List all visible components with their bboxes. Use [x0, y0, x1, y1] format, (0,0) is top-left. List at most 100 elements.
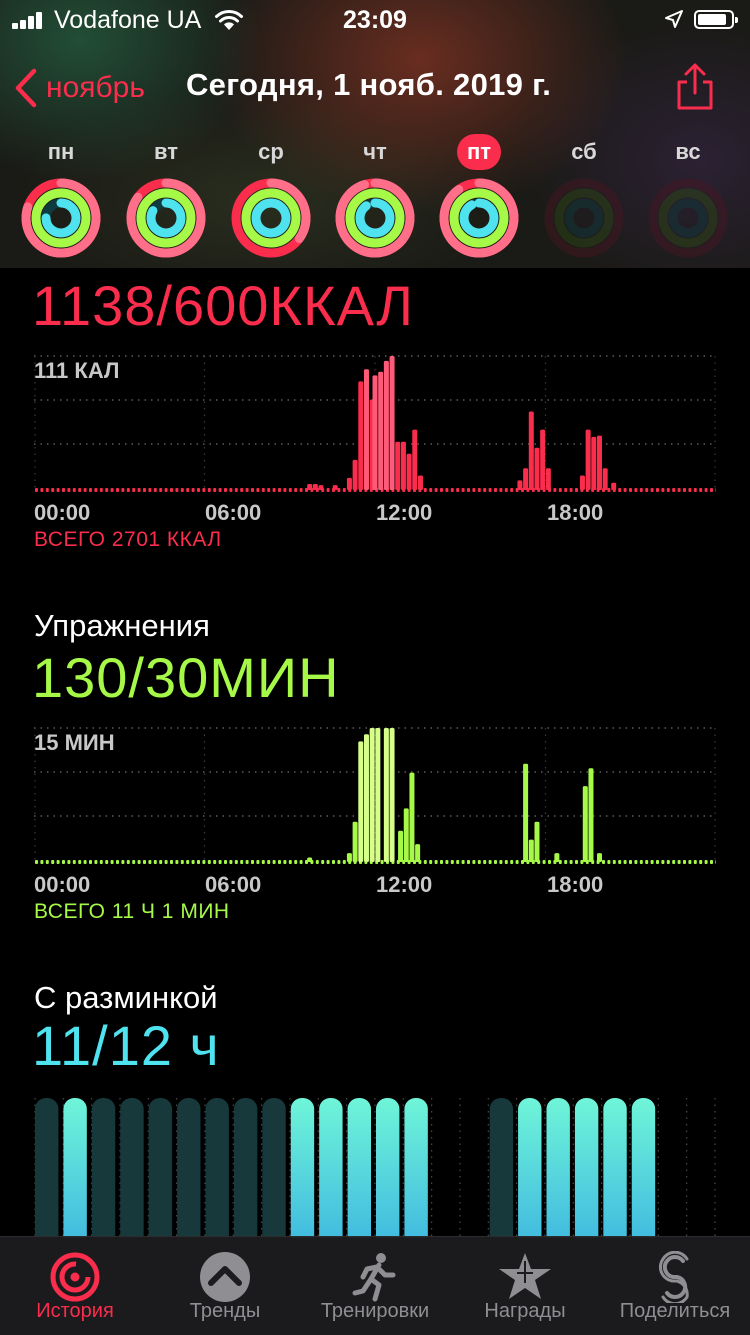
baseline-dot	[202, 860, 206, 864]
x-tick-label: 12:00	[376, 500, 433, 525]
stand-hour-bar	[347, 1098, 371, 1238]
chart-bar	[417, 475, 423, 490]
chevron-left-icon	[15, 68, 37, 108]
day-5[interactable]: сб	[539, 134, 629, 260]
baseline-dot	[72, 860, 76, 864]
baseline-dot	[288, 488, 292, 492]
baseline-dot	[51, 488, 55, 492]
baseline-dot	[78, 860, 82, 864]
stand-title: С разминкой	[34, 980, 218, 1015]
chart-bar	[318, 485, 324, 490]
baseline-dot	[35, 488, 38, 492]
baseline-dot	[137, 860, 141, 864]
baseline-dot	[40, 860, 44, 864]
baseline-dot	[99, 488, 103, 492]
stand-hour-bar	[319, 1098, 343, 1238]
day-label: чт	[363, 139, 387, 164]
status-bar: Vodafone UA 23:09	[0, 0, 750, 40]
baseline-dot	[693, 860, 697, 864]
activity-rings-icon	[648, 178, 728, 258]
baseline-dot	[618, 860, 622, 864]
tab-awards[interactable]: Награды	[450, 1237, 600, 1335]
baseline-dot	[62, 860, 65, 864]
day-label: вс	[675, 139, 701, 164]
stand-hour-bar	[262, 1098, 286, 1238]
chart-bar	[406, 453, 412, 490]
baseline-dot	[445, 860, 449, 864]
baseline-dot	[207, 860, 211, 864]
baseline-dot	[450, 488, 454, 492]
baseline-dot	[159, 488, 163, 492]
move-chart	[34, 355, 716, 492]
tab-sharing[interactable]: Поделиться	[600, 1237, 750, 1335]
battery-icon	[694, 10, 738, 29]
chart-bar	[588, 768, 594, 862]
day-label: пт	[457, 134, 501, 170]
day-6[interactable]: вс	[643, 134, 733, 260]
chart-bar	[540, 429, 546, 490]
navigation-bar: ноябрь Сегодня, 1 нояб. 2019 г.	[0, 60, 750, 120]
tab-workouts[interactable]: Тренировки	[300, 1237, 450, 1335]
baseline-dot	[645, 488, 649, 492]
activity-rings-icon	[335, 178, 415, 258]
baseline-dot	[148, 860, 152, 864]
baseline-dot	[688, 488, 692, 492]
baseline-dot	[35, 860, 38, 864]
chart-bar	[389, 356, 395, 490]
baseline-dot	[288, 860, 292, 864]
tab-history[interactable]: История	[0, 1237, 150, 1335]
baseline-dot	[715, 488, 716, 492]
baseline-dot	[159, 860, 163, 864]
back-button[interactable]: ноябрь	[14, 63, 145, 113]
baseline-dot	[510, 488, 514, 492]
baseline-dot	[639, 860, 643, 864]
day-1[interactable]: вт	[121, 134, 211, 260]
baseline-dot	[261, 488, 265, 492]
baseline-dot	[683, 860, 686, 864]
baseline-dot	[629, 860, 632, 864]
stand-hour-bar	[290, 1098, 315, 1238]
share-icon[interactable]	[670, 62, 720, 112]
activity-rings-icon	[231, 178, 311, 258]
baseline-dot	[666, 488, 670, 492]
baseline-dot	[666, 860, 670, 864]
baseline-dot	[623, 488, 627, 492]
baseline-dot	[175, 488, 179, 492]
baseline-dot	[380, 860, 384, 864]
baseline-dot	[321, 860, 325, 864]
activity-rings-icon	[126, 178, 206, 258]
chart-bar	[383, 360, 389, 490]
stand-hour-bar	[148, 1098, 173, 1238]
day-4[interactable]: пт	[434, 134, 524, 260]
baseline-dot	[429, 488, 433, 492]
day-3[interactable]: чт	[330, 134, 420, 260]
baseline-dot	[639, 488, 643, 492]
baseline-dot	[83, 860, 87, 864]
chart-bar	[346, 853, 352, 862]
day-2[interactable]: ср	[226, 134, 316, 260]
baseline-dot	[332, 860, 335, 864]
tab-sharing-label: Поделиться	[619, 1300, 731, 1322]
stand-value: 11/12 ч	[32, 1014, 220, 1077]
baseline-dot	[202, 488, 206, 492]
chart-bar	[358, 381, 364, 490]
baseline-dot	[251, 860, 254, 864]
baseline-dot	[294, 488, 298, 492]
move-value: 1138/600ККАЛ	[32, 274, 414, 337]
baseline-dot	[494, 488, 497, 492]
chart-bar	[395, 441, 401, 490]
chart-bar	[412, 429, 418, 490]
baseline-dot	[94, 488, 98, 492]
chart-bar	[517, 480, 523, 490]
baseline-dot	[661, 860, 665, 864]
chart-bar	[415, 844, 421, 862]
chart-bar	[352, 459, 358, 490]
day-0[interactable]: пн	[16, 134, 106, 260]
tab-trends[interactable]: Тренды	[150, 1237, 300, 1335]
baseline-dot	[564, 860, 568, 864]
x-tick-label: 18:00	[547, 500, 604, 525]
baseline-dot	[45, 860, 49, 864]
award-star-icon	[499, 1253, 551, 1299]
baseline-dot	[672, 860, 676, 864]
chart-bar	[554, 853, 560, 862]
